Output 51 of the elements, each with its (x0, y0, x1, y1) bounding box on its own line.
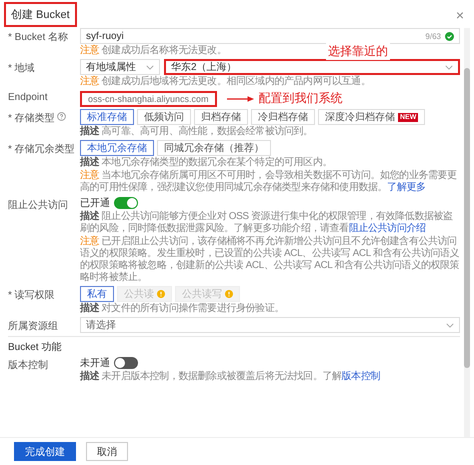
region-select[interactable]: 华东2（上海） (164, 59, 460, 75)
field-label: Endpoint (8, 92, 48, 103)
toggle-status: 已开通 (80, 196, 110, 210)
description-text: 描述 阻止公共访问能够方便企业对 OSS 资源进行集中化的权限管理，有效降低数据被盗刷的风险，同时降低数据泄露风险。了解更多功能介绍，请查看阻止公共访问介绍 (80, 211, 454, 235)
warning-note: 注意 创建成功后地域将无法更改。相同区域内的产品内网可以互通。 (80, 76, 370, 88)
annotation-text: 配置到我们系统 (258, 90, 343, 107)
dialog-title: 创建 Bucket (4, 2, 77, 27)
close-button[interactable]: × (454, 8, 466, 22)
region-select[interactable]: 有地域属性 (80, 59, 160, 75)
field-label: * 地域 (8, 62, 35, 75)
option-button[interactable]: 私有 (80, 286, 114, 302)
toggle-status: 未开通 (80, 356, 110, 370)
field-label: 阻止公共访问 (8, 198, 68, 212)
annotation-text: 选择靠近的 (326, 43, 390, 60)
learn-more-link[interactable]: 版本控制 (342, 371, 380, 382)
option-button[interactable]: 归档存储 (194, 109, 248, 125)
char-counter: 9/63 (425, 32, 441, 40)
field-label: 版本控制 (8, 358, 48, 372)
field-label: 所属资源组 (8, 320, 58, 333)
field-label: * Bucket 名称 (8, 31, 68, 44)
learn-more-link[interactable]: 阻止公共访问介绍 (348, 223, 426, 234)
section-title: Bucket 功能 (8, 342, 62, 353)
description-text: 描述 本地冗余存储类型的数据冗余在某个特定的可用区内。 (80, 157, 332, 169)
toggle-switch[interactable] (114, 197, 138, 209)
option-button[interactable]: 冷归档存储 (251, 109, 315, 125)
description-text: 描述 对文件的所有访问操作需要进行身份验证。 (80, 303, 284, 315)
field-label: * 存储冗余类型 (8, 142, 75, 156)
scroll-bar[interactable] (464, 28, 470, 437)
endpoint-text: oss-cn-shanghai.aliyuncs.com (80, 90, 217, 106)
option-button[interactable]: 同城冗余存储（推荐） (157, 140, 271, 156)
create-button[interactable]: 完成创建 (14, 442, 76, 461)
description-text: 描述 未开启版本控制，数据删除或被覆盖后将无法找回。了解版本控制 (80, 371, 380, 383)
option-button[interactable]: 标准存储 (80, 109, 134, 125)
help-icon[interactable] (56, 112, 66, 121)
warning-note: 注意 创建成功后名称将无法更改。 (80, 45, 226, 57)
toggle-switch[interactable] (114, 357, 138, 369)
field-label: * 读写权限 (8, 288, 55, 302)
warning-note: 注意 当本地冗余存储所属可用区不可用时，会导致相关数据不可访问。如您的业务需要更高的可用性保障，强烈建议您使用同城冗余存储类型来存储和使用数据。了解更多 (80, 170, 458, 194)
description-text: 描述 高可靠、高可用、高性能，数据会经常被访问到。 (80, 126, 313, 138)
chevron-down-icon (146, 64, 154, 70)
arrow-icon (226, 94, 255, 102)
resource-group-select[interactable]: 请选择 (80, 317, 460, 333)
field-label: * 存储类型 (8, 112, 55, 125)
chevron-down-icon (446, 322, 454, 328)
option-button[interactable]: 本地冗余存储 (80, 140, 154, 156)
option-button[interactable]: 低频访问 (137, 109, 191, 125)
cancel-button[interactable]: 取消 (86, 442, 128, 461)
warning-note: 注意 已开启阻止公共访问，该存储桶将不再允许新增公共访问且不允许创建含有公共访问语义的权限策略。发生重校时，已设置的公共读 ACL、公共读写 ACL 和含有公共访问语义的权限策略将被忽略，创建新的公共读 ACL、公共读写 ACL 和含有公共访问语义的权限策略时将被禁止。 (80, 236, 460, 284)
chevron-down-icon (445, 64, 453, 70)
name-input[interactable]: syf-ruoyi 9/63 (80, 28, 460, 44)
learn-more-link[interactable]: 了解更多 (387, 182, 426, 193)
